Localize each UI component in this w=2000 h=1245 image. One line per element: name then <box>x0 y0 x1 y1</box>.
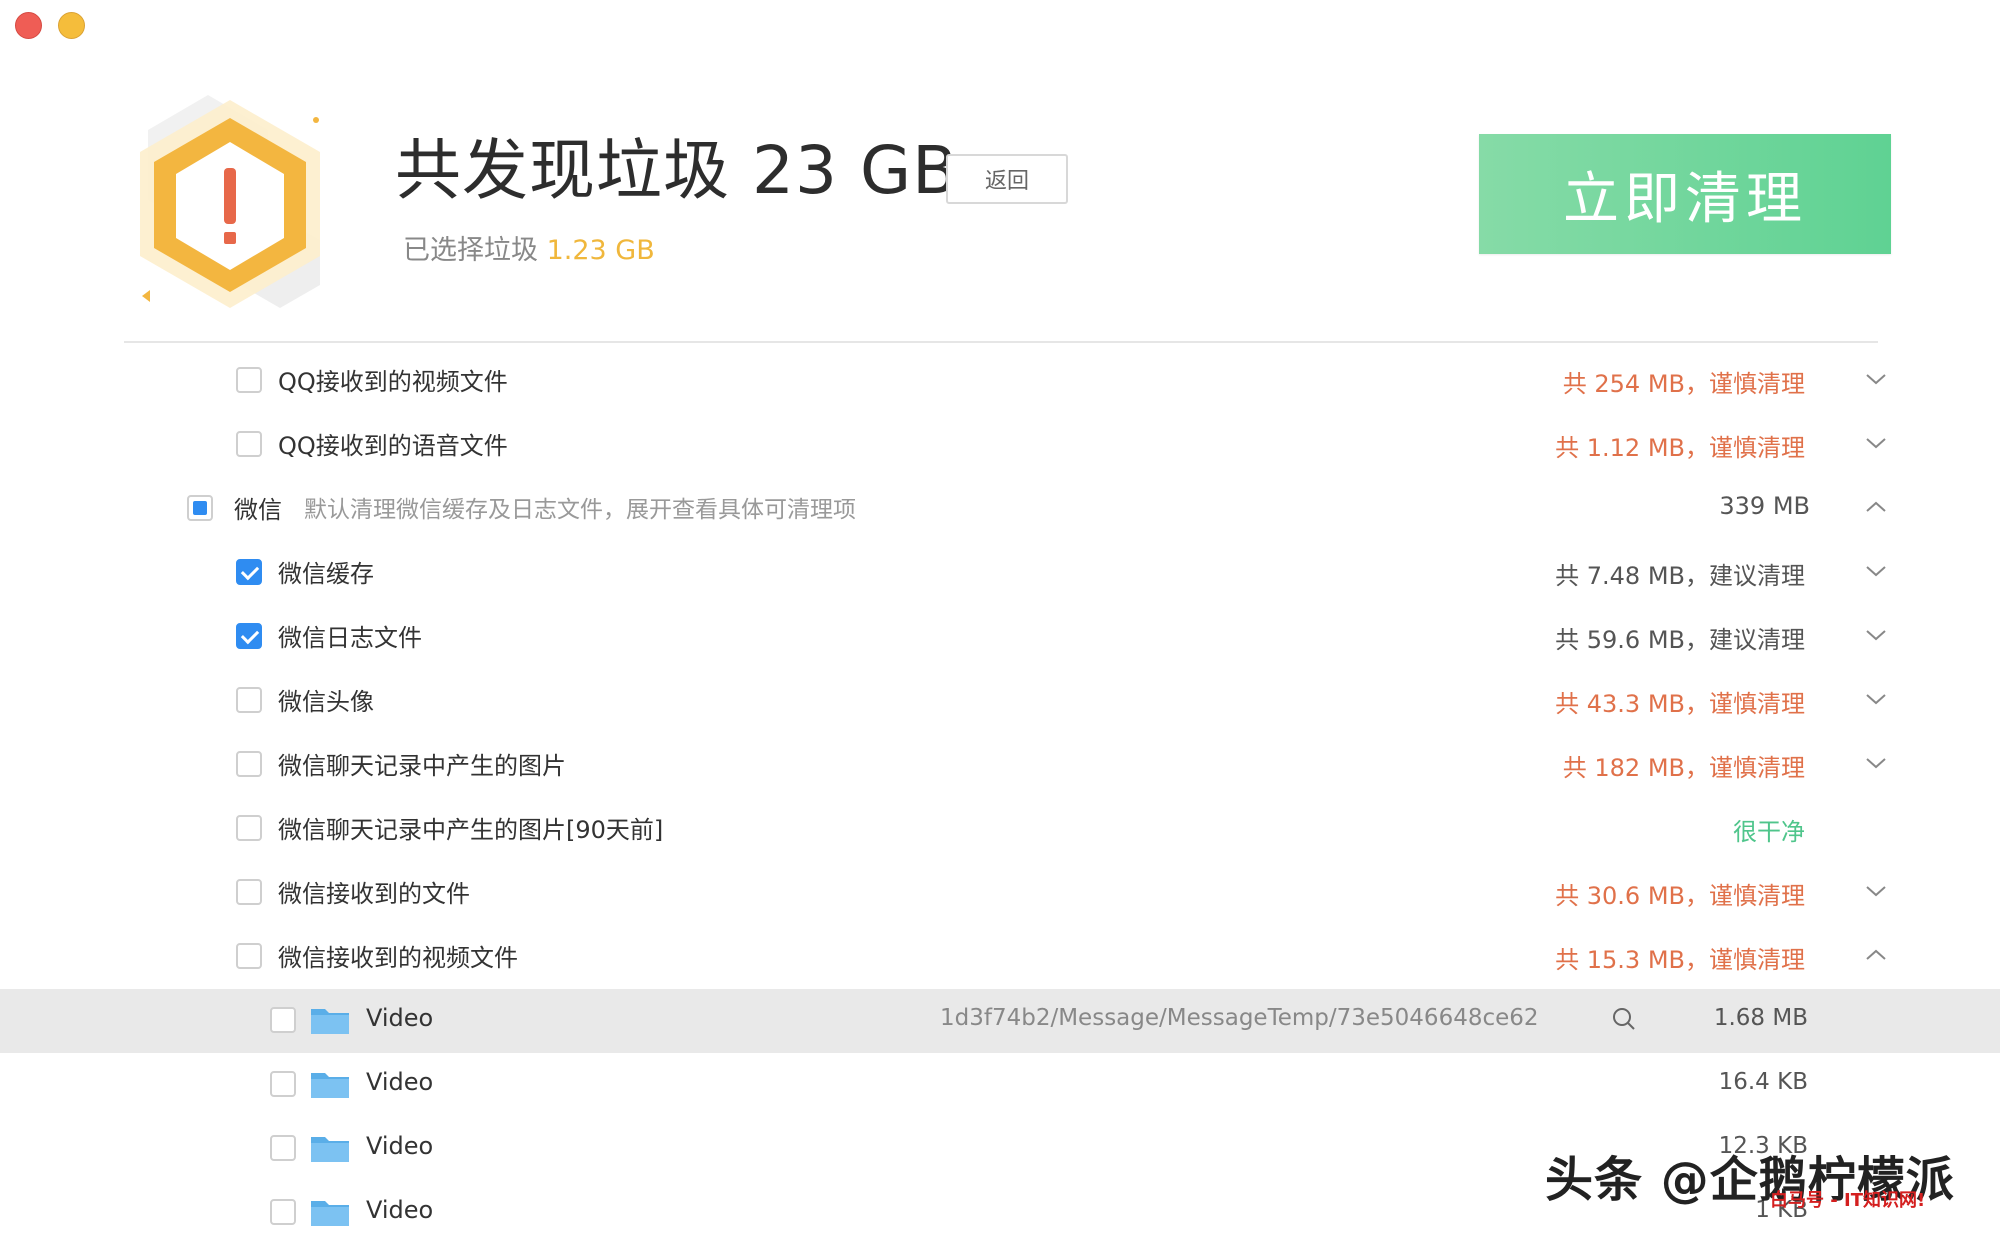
close-window-button[interactable] <box>15 12 42 39</box>
group-label: 微信 <box>234 496 282 524</box>
list-item[interactable]: 微信接收到的文件 共 30.6 MB，谨慎清理 <box>0 861 2000 925</box>
file-size: 1.68 MB <box>1713 1005 1808 1031</box>
file-name: Video <box>366 1068 434 1096</box>
item-label: 微信接收到的视频文件 <box>278 944 518 972</box>
file-size: 16.4 KB <box>1718 1069 1808 1095</box>
item-status: 共 7.48 MB，建议清理 <box>1555 562 1805 590</box>
item-status: 共 1.12 MB，谨慎清理 <box>1555 434 1805 462</box>
selected-summary: 已选择垃圾 1.23 GB <box>403 228 655 267</box>
checkbox[interactable] <box>236 879 262 905</box>
list-item[interactable]: 微信缓存 共 7.48 MB，建议清理 <box>0 541 2000 605</box>
item-label: 微信聊天记录中产生的图片 <box>278 752 566 780</box>
back-button[interactable]: 返回 <box>946 154 1068 204</box>
chevron-down-icon[interactable] <box>1864 559 1888 583</box>
checkbox[interactable] <box>236 943 262 969</box>
search-icon[interactable] <box>1610 1005 1638 1033</box>
chevron-up-icon[interactable] <box>1864 495 1888 519</box>
list-item[interactable]: 微信聊天记录中产生的图片[90天前] 很干净 <box>0 797 2000 861</box>
warning-hexagon-icon <box>140 95 320 308</box>
cleanup-list: QQ接收到的视频文件 共 254 MB，谨慎清理 QQ接收到的语音文件 共 1.… <box>0 349 2000 1245</box>
selected-size: 1.23 GB <box>546 235 655 266</box>
folder-icon <box>311 1073 349 1098</box>
group-size: 339 MB <box>1719 492 1810 520</box>
item-label: QQ接收到的视频文件 <box>278 368 508 396</box>
item-label: QQ接收到的语音文件 <box>278 432 508 460</box>
chevron-down-icon[interactable] <box>1864 751 1888 775</box>
chevron-down-icon[interactable] <box>1864 367 1888 391</box>
item-label: 微信缓存 <box>278 560 374 588</box>
clean-now-button[interactable]: 立即清理 <box>1479 134 1891 254</box>
checkbox[interactable] <box>270 1007 296 1033</box>
window-controls <box>15 12 85 39</box>
file-name: Video <box>366 1196 434 1224</box>
checkbox[interactable] <box>236 687 262 713</box>
checkbox[interactable] <box>270 1135 296 1161</box>
folder-icon <box>311 1201 349 1226</box>
file-name: Video <box>366 1132 434 1160</box>
list-item[interactable]: QQ接收到的语音文件 共 1.12 MB，谨慎清理 <box>0 413 2000 477</box>
checkbox[interactable] <box>270 1199 296 1225</box>
checkbox-checked[interactable] <box>236 623 262 649</box>
file-row[interactable]: Video 16.4 KB <box>0 1053 2000 1117</box>
minimize-window-button[interactable] <box>58 12 85 39</box>
list-item[interactable]: 微信头像 共 43.3 MB，谨慎清理 <box>0 669 2000 733</box>
divider <box>124 341 1878 343</box>
chevron-down-icon[interactable] <box>1864 431 1888 455</box>
checkbox[interactable] <box>270 1071 296 1097</box>
checkbox-partial[interactable] <box>187 495 213 521</box>
chevron-up-icon[interactable] <box>1864 943 1888 967</box>
item-status: 共 254 MB，谨慎清理 <box>1562 370 1805 398</box>
checkbox[interactable] <box>236 367 262 393</box>
item-label: 微信日志文件 <box>278 624 422 652</box>
checkbox-checked[interactable] <box>236 559 262 585</box>
chevron-down-icon[interactable] <box>1864 687 1888 711</box>
chevron-down-icon[interactable] <box>1864 623 1888 647</box>
list-item[interactable]: 微信聊天记录中产生的图片 共 182 MB，谨慎清理 <box>0 733 2000 797</box>
page-title: 共发现垃圾 23 GB <box>395 132 959 209</box>
folder-icon <box>311 1137 349 1162</box>
list-group-wechat[interactable]: 微信 默认清理微信缓存及日志文件，展开查看具体可清理项 339 MB <box>0 477 2000 541</box>
file-row[interactable]: Video 1d3f74b2/Message/MessageTemp/73e50… <box>0 989 2000 1053</box>
folder-icon <box>311 1009 349 1034</box>
list-item[interactable]: 微信日志文件 共 59.6 MB，建议清理 <box>0 605 2000 669</box>
checkbox[interactable] <box>236 815 262 841</box>
item-label: 微信接收到的文件 <box>278 880 470 908</box>
selected-prefix: 已选择垃圾 <box>403 235 538 266</box>
item-status: 很干净 <box>1733 818 1805 846</box>
list-item[interactable]: QQ接收到的视频文件 共 254 MB，谨慎清理 <box>0 349 2000 413</box>
item-status: 共 15.3 MB，谨慎清理 <box>1555 946 1805 974</box>
file-path: 1d3f74b2/Message/MessageTemp/73e5046648c… <box>940 1005 1539 1031</box>
file-name: Video <box>366 1004 434 1032</box>
item-status: 共 43.3 MB，谨慎清理 <box>1555 690 1805 718</box>
item-status: 共 182 MB，谨慎清理 <box>1562 754 1805 782</box>
item-status: 共 30.6 MB，谨慎清理 <box>1555 882 1805 910</box>
chevron-down-icon[interactable] <box>1864 879 1888 903</box>
watermark-sub: 白马号 - IT知识网! <box>1770 1190 1926 1211</box>
item-status: 共 59.6 MB，建议清理 <box>1555 626 1805 654</box>
checkbox[interactable] <box>236 431 262 457</box>
item-label: 微信聊天记录中产生的图片[90天前] <box>278 816 664 844</box>
item-label: 微信头像 <box>278 688 374 716</box>
list-item[interactable]: 微信接收到的视频文件 共 15.3 MB，谨慎清理 <box>0 925 2000 989</box>
group-description: 默认清理微信缓存及日志文件，展开查看具体可清理项 <box>304 497 856 523</box>
checkbox[interactable] <box>236 751 262 777</box>
